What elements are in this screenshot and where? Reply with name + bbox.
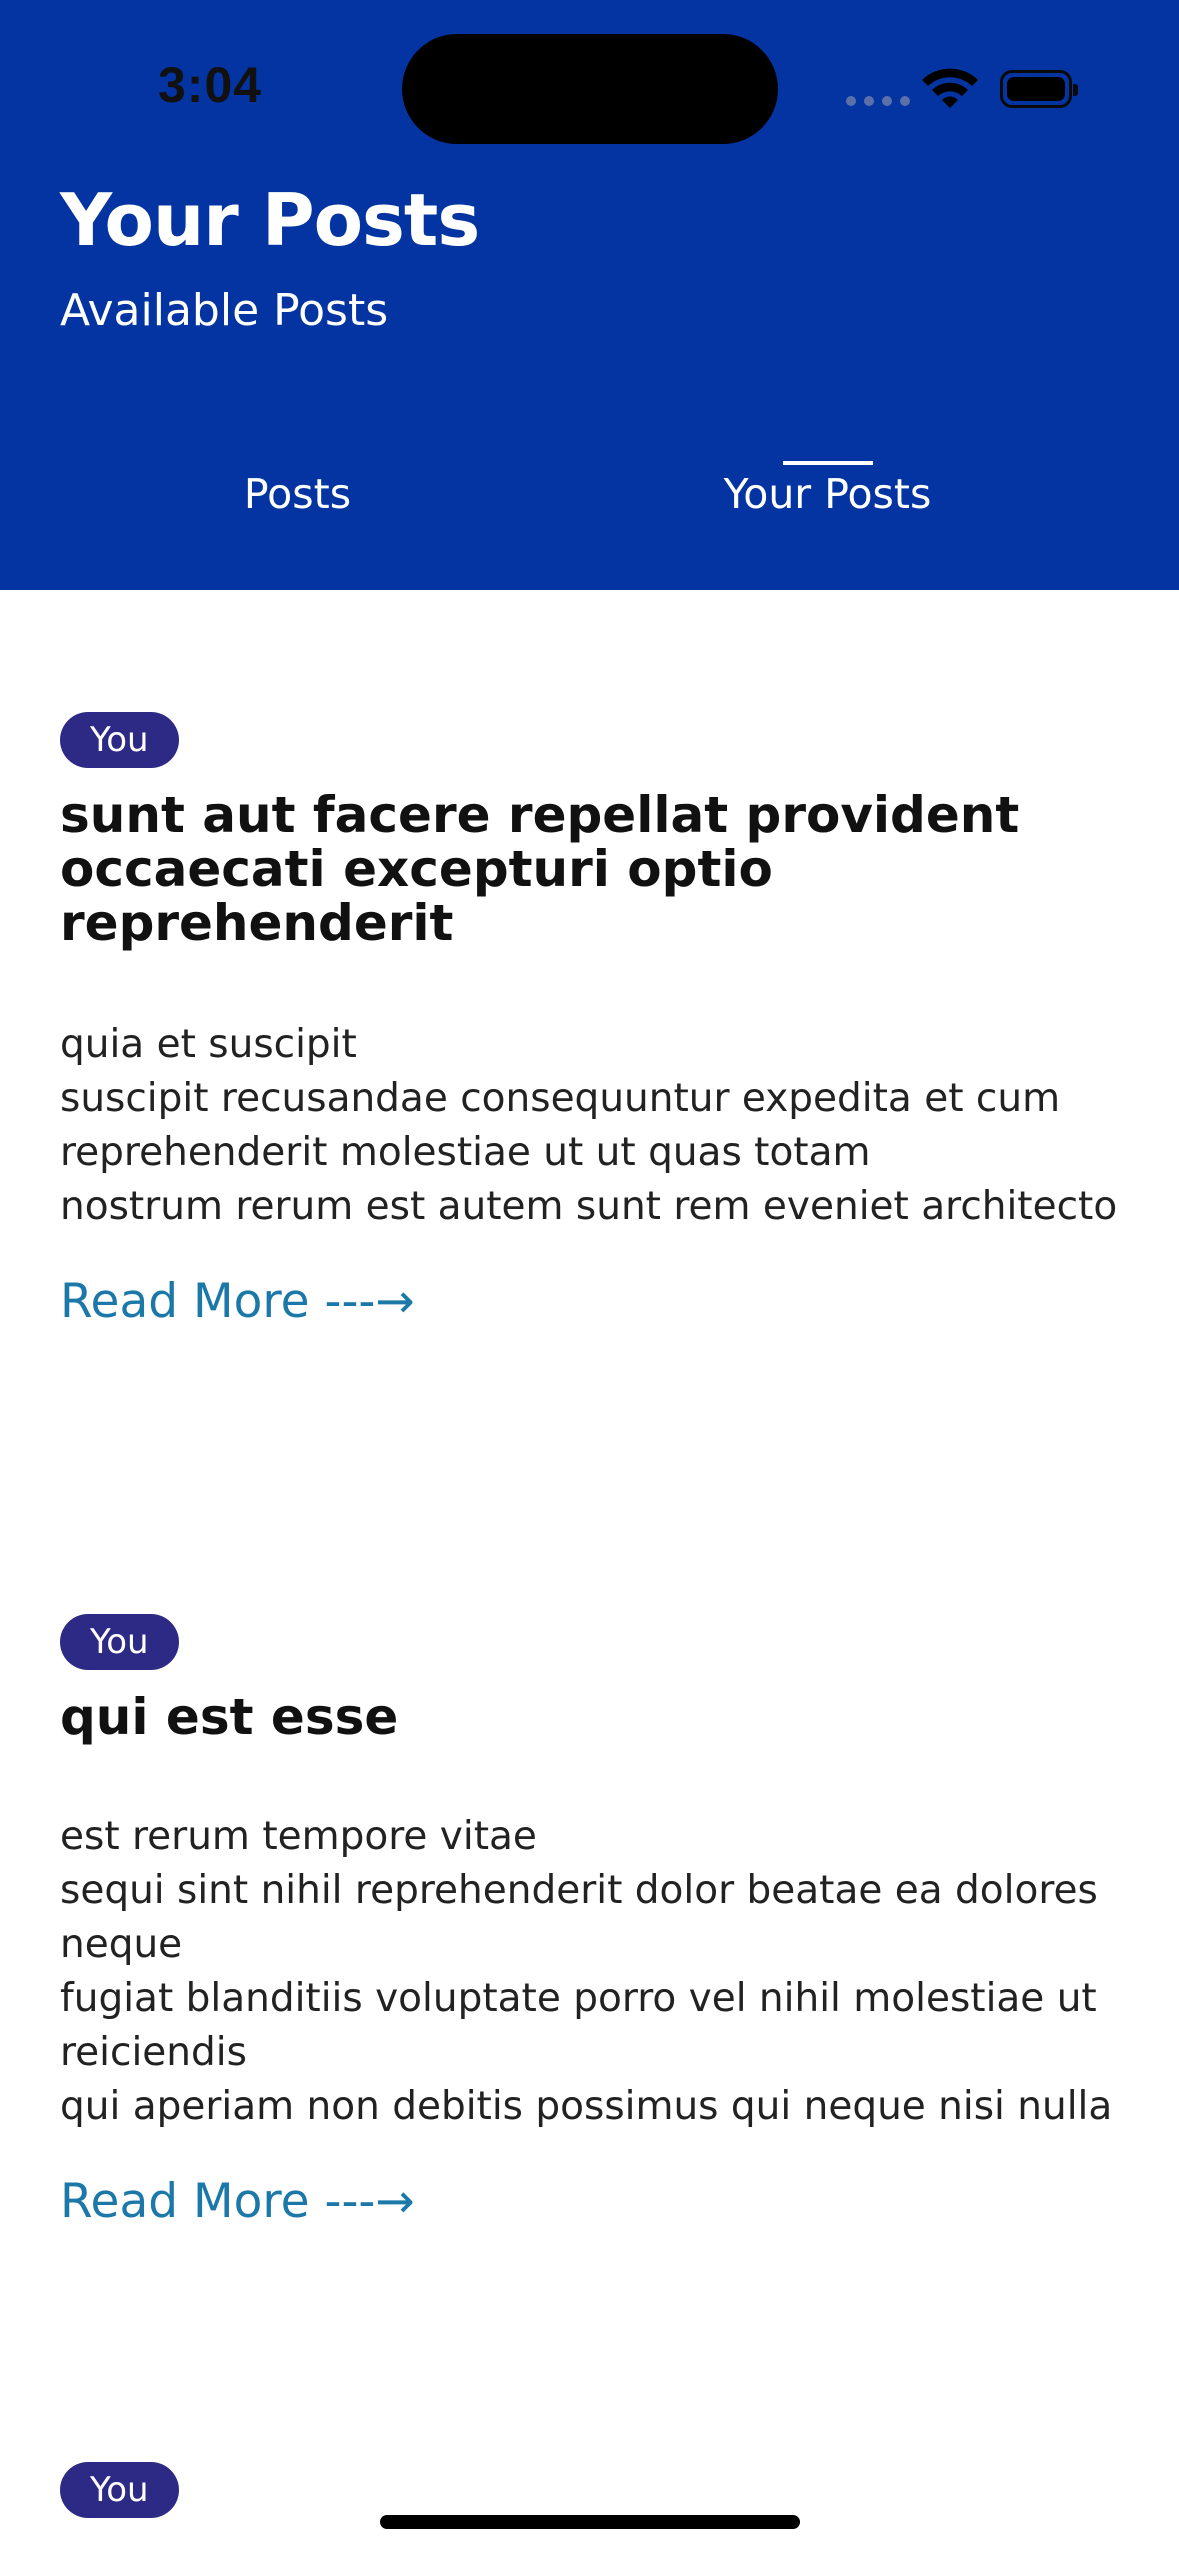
tab-posts[interactable]: Posts [160,470,435,518]
author-badge: You [60,2462,179,2518]
active-tab-indicator [783,461,873,465]
home-indicator[interactable] [380,2515,800,2529]
tab-your-posts[interactable]: Your Posts [700,470,955,518]
cellular-signal-icon [846,96,910,106]
read-more-link[interactable]: Read More ---→ [60,2174,1120,2229]
dynamic-island [402,34,778,144]
post-body: est rerum tempore vitae sequi sint nihil… [60,1814,1113,2129]
app-header: 3:04 Your Posts Available Posts Posts Yo… [0,0,1179,590]
battery-icon [1000,70,1078,108]
page-subtitle: Available Posts [60,285,389,336]
status-time: 3:04 [158,57,263,113]
author-badge: You [60,712,179,768]
wifi-icon [922,68,978,108]
post-card: You [60,2462,1120,2518]
post-card: You qui est esse est rerum tempore vitae… [60,1614,1120,2229]
post-title: qui est esse [60,1688,399,1746]
page-title: Your Posts [60,178,480,262]
read-more-link[interactable]: Read More ---→ [60,1274,1120,1329]
post-body: quia et suscipit suscipit recusandae con… [60,1022,1118,1229]
post-title: sunt aut facere repellat provident occae… [60,786,1020,952]
author-badge: You [60,1614,179,1670]
post-card: You sunt aut facere repellat provident o… [60,712,1120,1329]
